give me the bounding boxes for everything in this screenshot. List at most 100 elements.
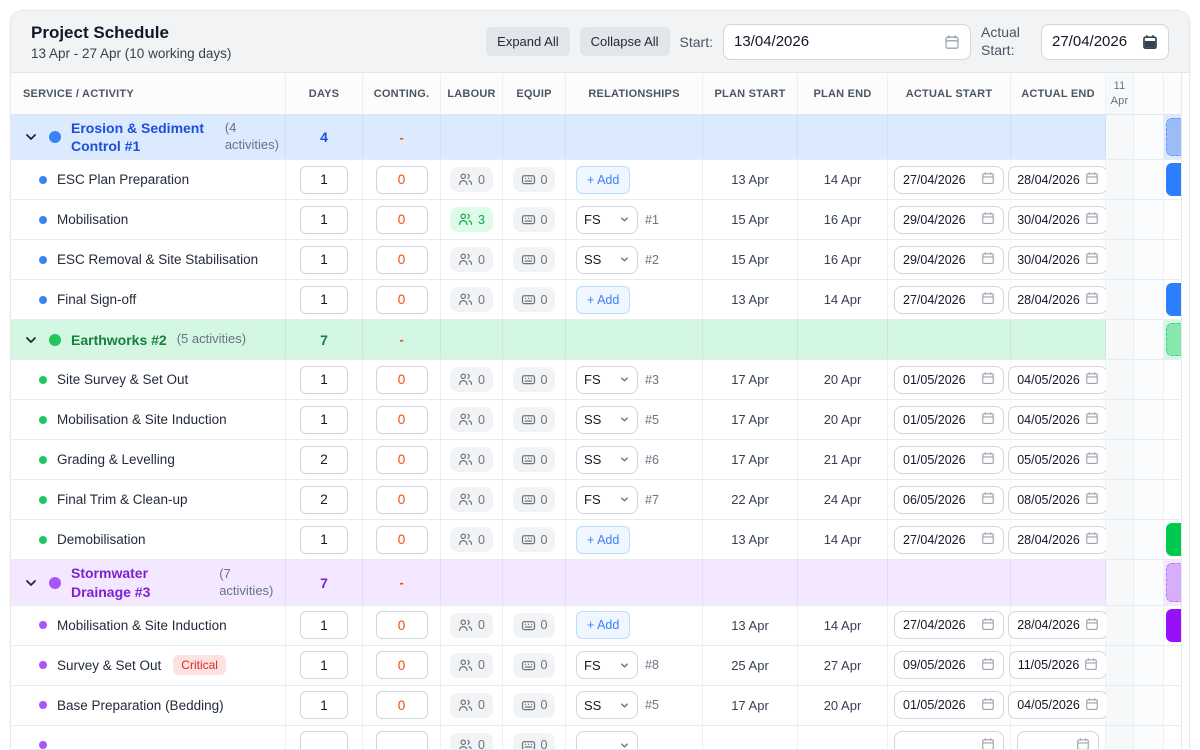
gantt-day-cell: [1134, 606, 1164, 645]
days-input[interactable]: [300, 691, 348, 719]
actual-start-input[interactable]: 29/04/2026: [894, 206, 1004, 234]
actual-start-input[interactable]: 06/05/2026: [894, 486, 1004, 514]
actual-start-input[interactable]: 27/04/2026: [894, 611, 1004, 639]
equipment-badge[interactable]: 0: [513, 487, 556, 512]
equipment-badge[interactable]: 0: [513, 287, 556, 312]
actual-start-input[interactable]: 27/04/2026: [894, 166, 1004, 194]
labour-badge[interactable]: 3: [450, 207, 493, 232]
equipment-badge[interactable]: 0: [513, 247, 556, 272]
equipment-badge[interactable]: 0: [513, 527, 556, 552]
days-input[interactable]: [300, 611, 348, 639]
days-input[interactable]: [300, 206, 348, 234]
actual-end-input[interactable]: 28/04/2026: [1008, 166, 1108, 194]
labour-badge[interactable]: 0: [450, 247, 493, 272]
relationship-select[interactable]: FS: [576, 651, 638, 679]
actual-end-input[interactable]: 28/04/2026: [1008, 611, 1108, 639]
labour-badge[interactable]: 0: [450, 287, 493, 312]
days-input[interactable]: [300, 166, 348, 194]
days-input[interactable]: [300, 446, 348, 474]
actual-start-input[interactable]: 01/05/2026: [894, 446, 1004, 474]
relationship-select[interactable]: SS: [576, 691, 638, 719]
days-input[interactable]: [300, 366, 348, 394]
relationship-select[interactable]: FS: [576, 486, 638, 514]
labour-badge[interactable]: 0: [450, 167, 493, 192]
days-input[interactable]: [300, 286, 348, 314]
days-input[interactable]: [300, 486, 348, 514]
actual-start-input[interactable]: 27/04/2026: [894, 286, 1004, 314]
collapse-all-button[interactable]: Collapse All: [580, 27, 670, 56]
relationship-select[interactable]: SS: [576, 406, 638, 434]
equipment-badge[interactable]: 0: [513, 367, 556, 392]
vertical-scrollbar[interactable]: [1181, 73, 1189, 750]
equipment-badge[interactable]: 0: [513, 613, 556, 638]
actual-end-input[interactable]: 30/04/2026: [1008, 206, 1108, 234]
contingency-input[interactable]: [376, 486, 428, 514]
actual-start-input[interactable]: 01/05/2026: [894, 406, 1004, 434]
labour-badge[interactable]: 0: [450, 733, 493, 750]
actual-start-input[interactable]: 27/04/2026: [894, 526, 1004, 554]
contingency-input[interactable]: [376, 526, 428, 554]
equipment-badge[interactable]: 0: [513, 653, 556, 678]
relationship-select[interactable]: SS: [576, 446, 638, 474]
start-date-input[interactable]: 13/04/2026: [723, 24, 971, 60]
actual-end-input[interactable]: [1017, 731, 1099, 750]
add-relationship-button[interactable]: + Add: [576, 286, 630, 314]
actual-start-input[interactable]: 29/04/2026: [894, 246, 1004, 274]
labour-badge[interactable]: 0: [450, 447, 493, 472]
actual-start-input[interactable]: 09/05/2026: [894, 651, 1004, 679]
relationship-select[interactable]: FS: [576, 366, 638, 394]
days-input[interactable]: [300, 731, 348, 750]
actual-end-input[interactable]: 04/05/2026: [1008, 691, 1108, 719]
labour-badge[interactable]: 0: [450, 527, 493, 552]
equipment-badge[interactable]: 0: [513, 733, 556, 750]
expand-all-button[interactable]: Expand All: [486, 27, 569, 56]
actual-end-input[interactable]: 28/04/2026: [1008, 286, 1108, 314]
add-relationship-button[interactable]: + Add: [576, 611, 630, 639]
contingency-input[interactable]: [376, 246, 428, 274]
actual-start-input[interactable]: [894, 731, 1004, 750]
days-input[interactable]: [300, 246, 348, 274]
labour-badge[interactable]: 0: [450, 653, 493, 678]
actual-end-input[interactable]: 05/05/2026: [1008, 446, 1108, 474]
labour-badge[interactable]: 0: [450, 367, 493, 392]
relationship-select[interactable]: FS: [576, 206, 638, 234]
contingency-input[interactable]: [376, 286, 428, 314]
contingency-input[interactable]: [376, 691, 428, 719]
labour-badge[interactable]: 0: [450, 693, 493, 718]
relationship-select[interactable]: SS: [576, 246, 638, 274]
chevron-down-icon[interactable]: [23, 129, 39, 145]
labour-badge[interactable]: 0: [450, 487, 493, 512]
actual-end-input[interactable]: 28/04/2026: [1008, 526, 1108, 554]
contingency-input[interactable]: [376, 206, 428, 234]
actual-start-date-input[interactable]: 27/04/2026: [1041, 24, 1169, 60]
chevron-down-icon[interactable]: [23, 332, 39, 348]
actual-end-input[interactable]: 11/05/2026: [1009, 651, 1108, 679]
contingency-input[interactable]: [376, 406, 428, 434]
actual-end-input[interactable]: 04/05/2026: [1008, 366, 1108, 394]
contingency-input[interactable]: [376, 731, 428, 750]
labour-badge[interactable]: 0: [450, 407, 493, 432]
labour-badge[interactable]: 0: [450, 613, 493, 638]
days-input[interactable]: [300, 406, 348, 434]
add-relationship-button[interactable]: + Add: [576, 166, 630, 194]
chevron-down-icon[interactable]: [23, 575, 39, 591]
contingency-input[interactable]: [376, 366, 428, 394]
equipment-badge[interactable]: 0: [513, 447, 556, 472]
relationship-select[interactable]: [576, 731, 638, 750]
equipment-badge[interactable]: 0: [513, 207, 556, 232]
contingency-input[interactable]: [376, 611, 428, 639]
actual-end-input[interactable]: 04/05/2026: [1008, 406, 1108, 434]
contingency-input[interactable]: [376, 446, 428, 474]
days-input[interactable]: [300, 526, 348, 554]
actual-end-input[interactable]: 30/04/2026: [1008, 246, 1108, 274]
days-input[interactable]: [300, 651, 348, 679]
actual-start-input[interactable]: 01/05/2026: [894, 691, 1004, 719]
actual-start-input[interactable]: 01/05/2026: [894, 366, 1004, 394]
contingency-input[interactable]: [376, 166, 428, 194]
actual-end-input[interactable]: 08/05/2026: [1008, 486, 1108, 514]
equipment-badge[interactable]: 0: [513, 167, 556, 192]
equipment-badge[interactable]: 0: [513, 407, 556, 432]
add-relationship-button[interactable]: + Add: [576, 526, 630, 554]
contingency-input[interactable]: [376, 651, 428, 679]
equipment-badge[interactable]: 0: [513, 693, 556, 718]
